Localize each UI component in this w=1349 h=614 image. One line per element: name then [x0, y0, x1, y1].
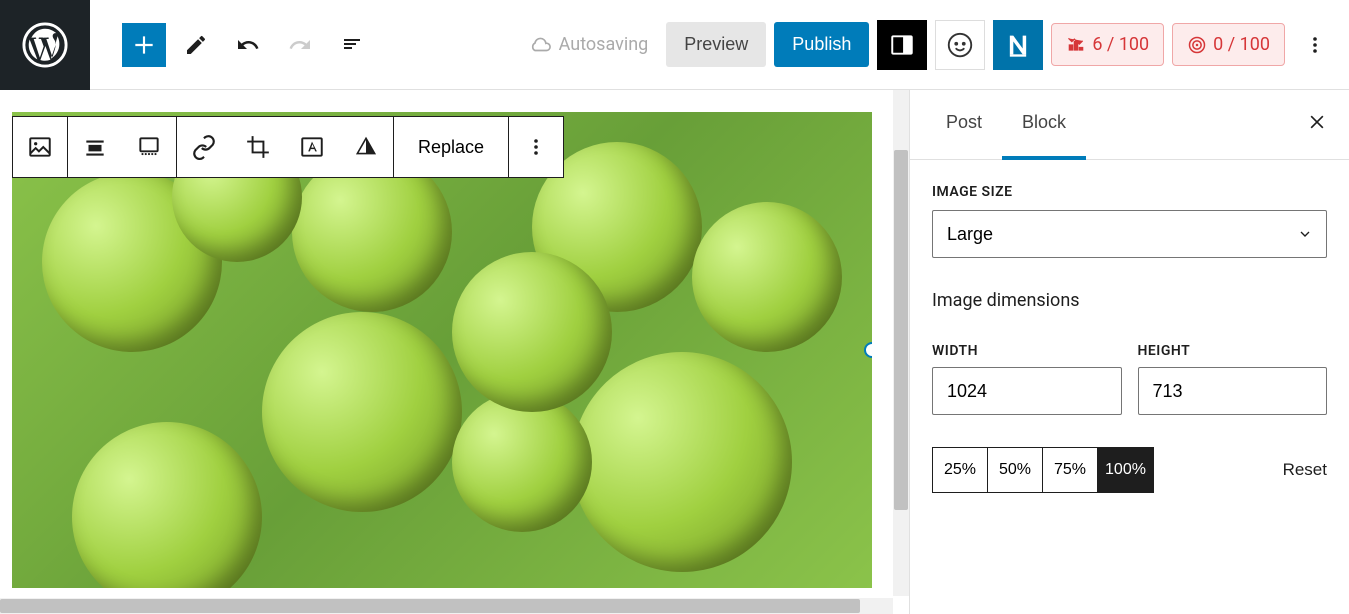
percent-group: 25% 50% 75% 100% [932, 447, 1154, 493]
block-type-button[interactable] [13, 117, 67, 177]
height-input[interactable] [1138, 367, 1328, 415]
more-options-button[interactable] [1293, 23, 1337, 67]
pct-75-button[interactable]: 75% [1043, 448, 1098, 492]
pencil-icon [184, 33, 208, 57]
wordpress-logo[interactable] [0, 0, 90, 90]
chart-icon [1066, 35, 1086, 55]
tab-post[interactable]: Post [926, 90, 1002, 160]
edit-mode-button[interactable] [174, 23, 218, 67]
publish-button[interactable]: Publish [774, 22, 869, 67]
undo-button[interactable] [226, 23, 270, 67]
link-icon [191, 134, 217, 160]
crop-button[interactable] [231, 117, 285, 177]
monkey-icon [945, 30, 975, 60]
sidebar-close-button[interactable] [1301, 109, 1333, 141]
resize-handle-right[interactable] [864, 342, 872, 358]
crop-icon [245, 134, 271, 160]
scrollbar-thumb-vertical[interactable] [894, 150, 908, 510]
n-plugin-button[interactable] [993, 20, 1043, 70]
link-button[interactable] [177, 117, 231, 177]
list-icon [340, 33, 364, 57]
seo-score-1[interactable]: 6 / 100 [1051, 23, 1164, 66]
close-icon [1307, 112, 1327, 132]
align-icon [82, 134, 108, 160]
autosave-status: Autosaving [529, 34, 649, 56]
image-size-label: IMAGE SIZE [932, 184, 1327, 200]
height-label: HEIGHT [1138, 343, 1328, 359]
preview-button[interactable]: Preview [666, 22, 766, 67]
seo-score-2[interactable]: 0 / 100 [1172, 23, 1285, 66]
wordpress-icon [22, 22, 68, 68]
settings-sidebar: Post Block IMAGE SIZE Large Image dimens… [909, 90, 1349, 614]
reset-button[interactable]: Reset [1283, 460, 1327, 480]
image-block-icon [27, 134, 53, 160]
scrollbar-vertical[interactable] [893, 90, 909, 596]
width-label: WIDTH [932, 343, 1122, 359]
n-icon [1004, 31, 1032, 59]
kebab-icon [1303, 33, 1327, 57]
text-overlay-button[interactable] [285, 117, 339, 177]
image-block[interactable] [12, 112, 872, 588]
width-input[interactable] [932, 367, 1122, 415]
seo-score-value-1: 6 / 100 [1092, 34, 1149, 55]
image-dimensions-label: Image dimensions [932, 290, 1327, 311]
plus-icon [131, 32, 157, 58]
block-more-button[interactable] [509, 117, 563, 177]
add-block-button[interactable] [122, 23, 166, 67]
editor-canvas[interactable]: Replace [0, 90, 909, 614]
undo-icon [236, 33, 260, 57]
sidebar-icon [889, 32, 915, 58]
block-toolbar: Replace [12, 116, 564, 178]
scrollbar-horizontal[interactable] [0, 598, 893, 614]
cloud-icon [529, 34, 551, 56]
duotone-button[interactable] [339, 117, 393, 177]
autosave-label: Autosaving [559, 34, 649, 55]
tab-block[interactable]: Block [1002, 90, 1086, 160]
sidebar-toggle-button[interactable] [877, 20, 927, 70]
pct-50-button[interactable]: 50% [988, 448, 1043, 492]
align-button[interactable] [68, 117, 122, 177]
image-size-select[interactable]: Large [932, 210, 1327, 258]
duotone-icon [353, 134, 379, 160]
pct-25-button[interactable]: 25% [933, 448, 988, 492]
seo-score-value-2: 0 / 100 [1213, 34, 1270, 55]
scrollbar-thumb-horizontal[interactable] [0, 599, 860, 613]
redo-icon [288, 33, 312, 57]
caption-icon [136, 134, 162, 160]
redo-button[interactable] [278, 23, 322, 67]
kebab-icon [524, 135, 548, 159]
rankmath-button[interactable] [935, 20, 985, 70]
replace-button[interactable]: Replace [394, 117, 508, 177]
text-overlay-icon [299, 134, 325, 160]
target-icon [1187, 35, 1207, 55]
document-outline-button[interactable] [330, 23, 374, 67]
pct-100-button[interactable]: 100% [1098, 448, 1153, 492]
caption-button[interactable] [122, 117, 176, 177]
